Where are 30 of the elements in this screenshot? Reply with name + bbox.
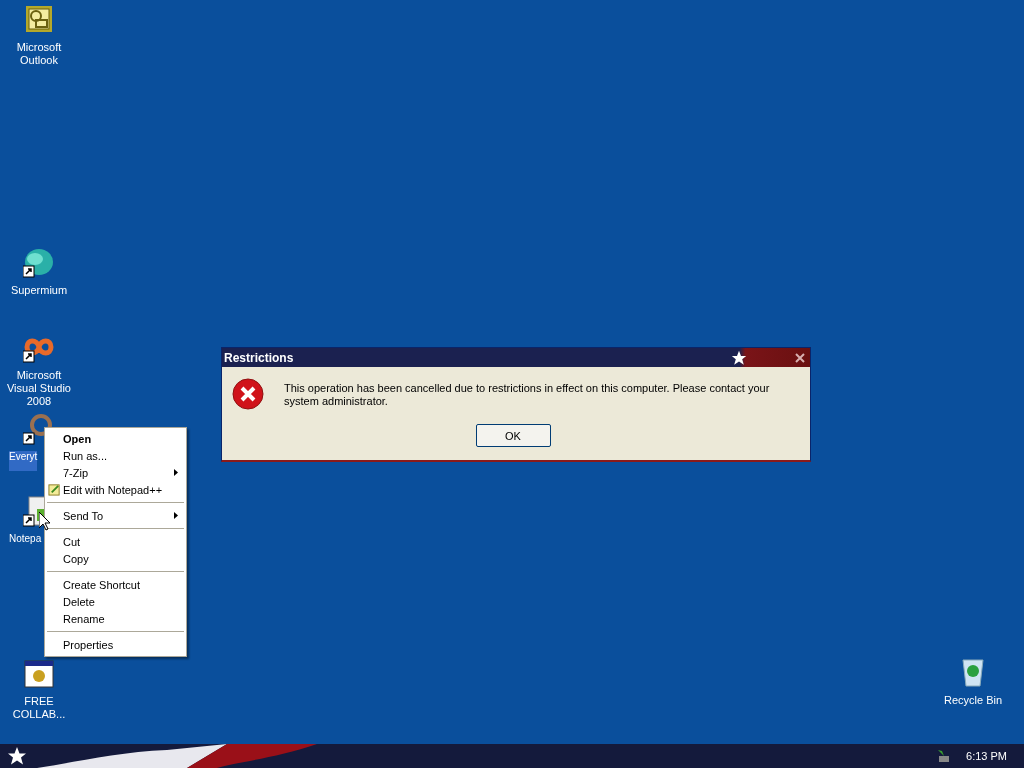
menu-item[interactable]: Properties (45, 636, 186, 653)
icon-label[interactable]: FREE COLLAB... (0, 695, 78, 721)
window-title: Restrictions (224, 350, 295, 365)
menu-item[interactable]: Open (45, 430, 186, 447)
menu-item[interactable]: Rename (45, 610, 186, 627)
menu-item[interactable]: Run as... (45, 447, 186, 464)
ring-icon[interactable] (23, 413, 55, 445)
menu-item[interactable]: Copy (45, 550, 186, 567)
error-message: This operation has been cancelled due to restrictions in effect on this computer. Please contact your system administrator. (284, 382, 771, 408)
ok-button[interactable]: OK (475, 424, 551, 447)
icon-label[interactable]: Everyt (9, 451, 38, 471)
icon-label[interactable]: Recycle Bin (942, 694, 1004, 707)
icon-label[interactable]: Microsoft Outlook (0, 41, 78, 67)
menu-item[interactable]: Cut (45, 533, 186, 550)
clock-envelope-icon[interactable] (23, 3, 55, 35)
error-icon (232, 378, 264, 410)
menu-item[interactable]: 7-Zip (45, 464, 186, 481)
icon-label[interactable]: Microsoft Visual Studio 2008 (0, 369, 78, 408)
clock: 6:13 PM (966, 750, 1007, 762)
globe-icon[interactable] (23, 246, 55, 278)
submenu-arrow-icon (174, 469, 178, 476)
icon-label[interactable]: Supermium (9, 284, 69, 297)
close-icon[interactable] (795, 352, 805, 363)
menu-item[interactable]: Delete (45, 593, 186, 610)
menu-item[interactable]: Edit with Notepad++ (45, 481, 186, 498)
submenu-arrow-icon (174, 512, 178, 519)
star-icon (731, 349, 747, 366)
star-icon[interactable] (7, 746, 27, 766)
menu-item[interactable]: Create Shortcut (45, 576, 186, 593)
icon-label[interactable]: Notepa (9, 533, 42, 553)
